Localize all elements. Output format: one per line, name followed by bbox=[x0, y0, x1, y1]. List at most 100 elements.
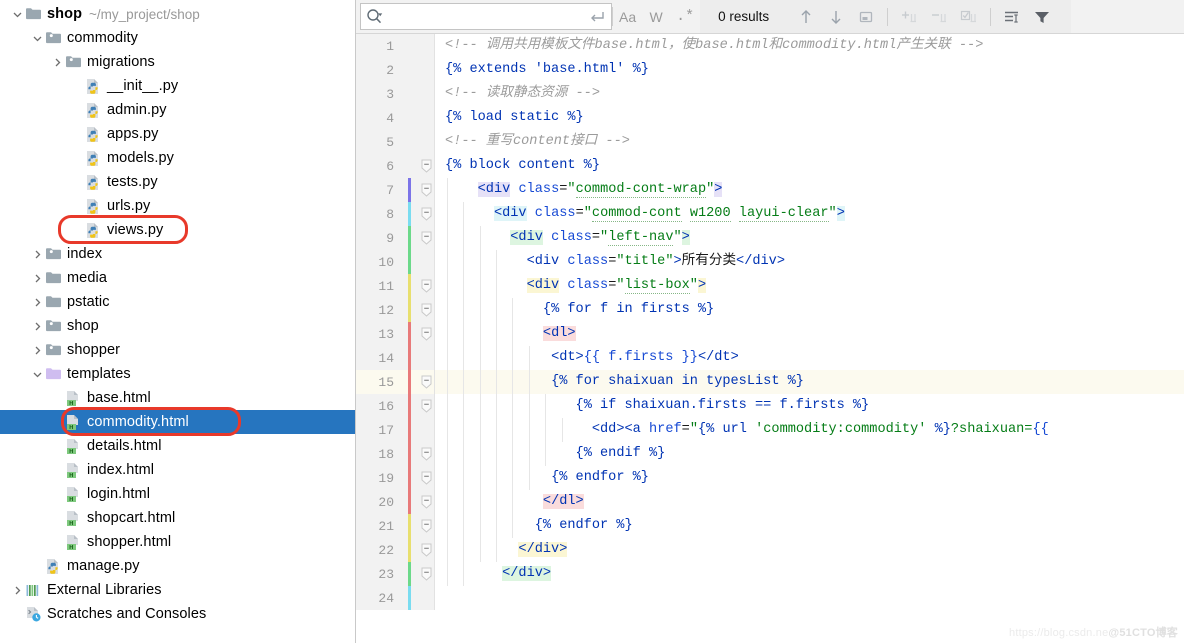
tree-item-shopper[interactable]: shopper bbox=[0, 338, 355, 362]
tree-item-models-py[interactable]: models.py bbox=[0, 146, 355, 170]
code-line[interactable]: 4 {% load static %} bbox=[356, 106, 1184, 130]
code-text[interactable] bbox=[435, 586, 1184, 610]
fold-marker[interactable] bbox=[418, 514, 434, 538]
chevron-down-icon[interactable] bbox=[30, 26, 44, 50]
code-text[interactable]: <!-- 读取静态资源 --> bbox=[435, 82, 1184, 106]
project-tree-panel[interactable]: shop ~/my_project/shop commodity migrations… bbox=[0, 0, 356, 643]
code-text[interactable]: {% endfor %} bbox=[435, 514, 1184, 538]
tree-item-commodity[interactable]: commodity bbox=[0, 26, 355, 50]
code-line[interactable]: 17 <dd><a href="{% url 'commodity:commod… bbox=[356, 418, 1184, 442]
fold-marker[interactable] bbox=[418, 226, 434, 250]
code-line[interactable]: 1 <!-- 调用共用模板文件base.html，使base.html和commo… bbox=[356, 34, 1184, 58]
code-line[interactable]: 3 <!-- 读取静态资源 --> bbox=[356, 82, 1184, 106]
code-text[interactable]: <div class="commod-cont w1200 layui-clea… bbox=[435, 202, 1184, 226]
code-line[interactable]: 8 <div class="commod-cont w1200 layui-cl… bbox=[356, 202, 1184, 226]
chevron-right-icon[interactable] bbox=[30, 242, 44, 266]
tree-item-login-html[interactable]: Hlogin.html bbox=[0, 482, 355, 506]
code-text[interactable]: <!-- 调用共用模板文件base.html，使base.html和commod… bbox=[435, 34, 1184, 58]
chevron-right-icon[interactable] bbox=[30, 290, 44, 314]
code-text[interactable]: <dt>{{ f.firsts }}</dt> bbox=[435, 346, 1184, 370]
match-case-button[interactable]: Aa bbox=[613, 0, 642, 33]
fold-marker[interactable] bbox=[418, 154, 434, 178]
fold-marker[interactable] bbox=[418, 538, 434, 562]
find-toolbar[interactable]: Aa W .* 0 results bbox=[356, 0, 1184, 34]
code-text[interactable]: {% for f in firsts %} bbox=[435, 298, 1184, 322]
code-line[interactable]: 19 {% endfor %} bbox=[356, 466, 1184, 490]
fold-marker[interactable] bbox=[418, 394, 434, 418]
words-button[interactable]: W bbox=[642, 0, 670, 33]
tree-item-manage-py[interactable]: manage.py bbox=[0, 554, 355, 578]
multiline-toggle-icon[interactable] bbox=[589, 10, 605, 24]
code-text[interactable]: </div> bbox=[435, 538, 1184, 562]
code-text[interactable]: <dd><a href="{% url 'commodity:commodity… bbox=[435, 418, 1184, 442]
fold-marker[interactable] bbox=[418, 442, 434, 466]
code-editor[interactable]: 1 <!-- 调用共用模板文件base.html，使base.html和commo… bbox=[356, 34, 1184, 643]
code-line[interactable]: 2 {% extends 'base.html' %} bbox=[356, 58, 1184, 82]
next-occurrence-icon[interactable] bbox=[821, 9, 851, 25]
search-field-wrapper[interactable] bbox=[360, 3, 612, 30]
code-text[interactable]: <!-- 重写content接口 --> bbox=[435, 130, 1184, 154]
tree-item-pstatic[interactable]: pstatic bbox=[0, 290, 355, 314]
fold-marker[interactable] bbox=[418, 274, 434, 298]
chevron-down-icon[interactable] bbox=[10, 2, 24, 26]
code-line[interactable]: 20 </dl> bbox=[356, 490, 1184, 514]
code-text[interactable]: {% load static %} bbox=[435, 106, 1184, 130]
code-text[interactable]: <div class="title">所有分类</div> bbox=[435, 250, 1184, 274]
fold-marker[interactable] bbox=[418, 202, 434, 226]
tree-item-apps-py[interactable]: apps.py bbox=[0, 122, 355, 146]
code-line[interactable]: 9 <div class="left-nav"> bbox=[356, 226, 1184, 250]
code-line[interactable]: 12 {% for f in firsts %} bbox=[356, 298, 1184, 322]
code-line[interactable]: 21 {% endfor %} bbox=[356, 514, 1184, 538]
code-text[interactable]: {% extends 'base.html' %} bbox=[435, 58, 1184, 82]
remove-occurrence-icon[interactable] bbox=[924, 9, 954, 25]
fold-marker[interactable] bbox=[418, 562, 434, 586]
tree-item-urls-py[interactable]: urls.py bbox=[0, 194, 355, 218]
project-tree[interactable]: shop ~/my_project/shop commodity migrations… bbox=[0, 2, 355, 626]
select-all-occurrences-icon[interactable] bbox=[954, 9, 984, 25]
code-line[interactable]: 5 <!-- 重写content接口 --> bbox=[356, 130, 1184, 154]
code-text[interactable]: {% for shaixuan in typesList %} bbox=[435, 370, 1184, 394]
code-text[interactable]: {% endfor %} bbox=[435, 466, 1184, 490]
fold-marker[interactable] bbox=[418, 322, 434, 346]
code-text[interactable]: <dl> bbox=[435, 322, 1184, 346]
code-line[interactable]: 10 <div class="title">所有分类</div> bbox=[356, 250, 1184, 274]
chevron-right-icon[interactable] bbox=[30, 266, 44, 290]
fold-marker[interactable] bbox=[418, 370, 434, 394]
tree-item-shop[interactable]: shop ~/my_project/shop bbox=[0, 2, 355, 26]
code-line[interactable]: 15 {% for shaixuan in typesList %} bbox=[356, 370, 1184, 394]
chevron-right-icon[interactable] bbox=[30, 338, 44, 362]
code-text[interactable]: {% endif %} bbox=[435, 442, 1184, 466]
tree-item-base-html[interactable]: Hbase.html bbox=[0, 386, 355, 410]
code-line[interactable]: 18 {% endif %} bbox=[356, 442, 1184, 466]
tree-item-commodity-html[interactable]: Hcommodity.html bbox=[0, 410, 355, 434]
tree-item-views-py[interactable]: views.py bbox=[0, 218, 355, 242]
search-icon[interactable] bbox=[366, 8, 383, 25]
tree-item-media[interactable]: media bbox=[0, 266, 355, 290]
code-line[interactable]: 7 <div class="commod-cont-wrap"> bbox=[356, 178, 1184, 202]
tree-item-tests-py[interactable]: tests.py bbox=[0, 170, 355, 194]
tree-item-shopcart-html[interactable]: Hshopcart.html bbox=[0, 506, 355, 530]
code-line[interactable]: 13 <dl> bbox=[356, 322, 1184, 346]
code-line[interactable]: 22 </div> bbox=[356, 538, 1184, 562]
prev-occurrence-icon[interactable] bbox=[791, 9, 821, 25]
tree-item-shopper-html[interactable]: Hshopper.html bbox=[0, 530, 355, 554]
search-input[interactable] bbox=[383, 4, 589, 29]
tree-item-index-html[interactable]: Hindex.html bbox=[0, 458, 355, 482]
tree-item-admin-py[interactable]: admin.py bbox=[0, 98, 355, 122]
filter-icon[interactable] bbox=[1027, 9, 1057, 25]
tree-item-templates[interactable]: templates bbox=[0, 362, 355, 386]
code-line[interactable]: 16 {% if shaixuan.firsts == f.firsts %} bbox=[356, 394, 1184, 418]
fold-marker[interactable] bbox=[418, 466, 434, 490]
code-line[interactable]: 11 <div class="list-box"> bbox=[356, 274, 1184, 298]
tree-item-shop[interactable]: shop bbox=[0, 314, 355, 338]
tree-item-details-html[interactable]: Hdetails.html bbox=[0, 434, 355, 458]
code-text[interactable]: </dl> bbox=[435, 490, 1184, 514]
code-text[interactable]: <div class="left-nav"> bbox=[435, 226, 1184, 250]
code-text[interactable]: </div> bbox=[435, 562, 1184, 586]
tree-item--init-py[interactable]: __init__.py bbox=[0, 74, 355, 98]
code-text[interactable]: {% block content %} bbox=[435, 154, 1184, 178]
code-text[interactable]: <div class="list-box"> bbox=[435, 274, 1184, 298]
tree-item-migrations[interactable]: migrations bbox=[0, 50, 355, 74]
chevron-right-icon[interactable] bbox=[10, 578, 24, 602]
fold-marker[interactable] bbox=[418, 490, 434, 514]
